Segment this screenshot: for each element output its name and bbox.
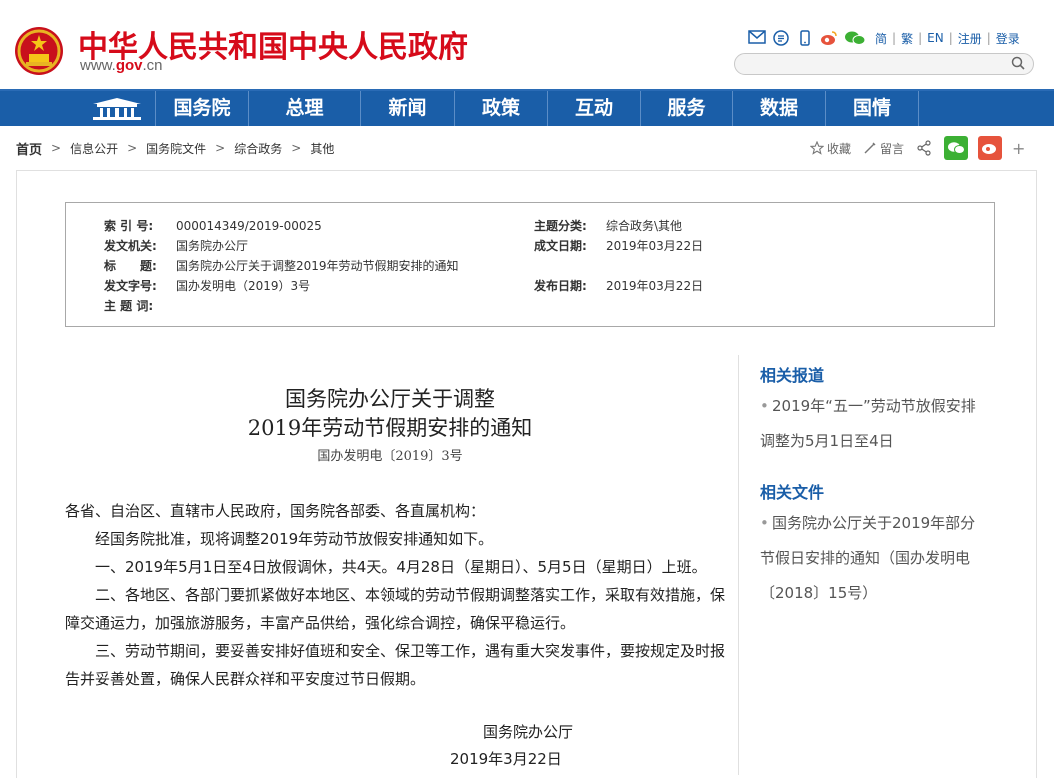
comment-button[interactable]: 留言 (863, 140, 904, 157)
meta-row-docno: 发文字号: 国办发明电（2019）3号 (104, 277, 310, 297)
chevron-right-icon: > (51, 141, 62, 155)
article-signer: 国务院办公厅 (483, 723, 574, 741)
url-suffix: .cn (142, 57, 163, 74)
meta-label: 索 引 号: (104, 219, 154, 233)
rss-icon[interactable] (772, 30, 790, 46)
meta-row-issuer: 发文机关: 国务院办公厅 (104, 237, 248, 257)
nav-item-national-info[interactable]: 国情 (826, 91, 919, 126)
link-simplified[interactable]: 简 (870, 30, 892, 47)
search-input[interactable] (745, 54, 1005, 75)
bullet-icon: • (760, 514, 769, 532)
share-bar: 收藏 留言 + (810, 135, 1037, 161)
article-title-line2: 2019年劳动节假期安排的通知 (247, 416, 533, 440)
link-english[interactable]: EN (922, 31, 949, 45)
meta-row-published-date: 发布日期: 2019年03月22日 (534, 277, 703, 294)
related-files-heading: 相关文件 (760, 483, 825, 502)
related-reports-heading: 相关报道 (760, 366, 825, 385)
article-paragraph: 三、劳动节期间，要妥善安排好值班和安全、保卫等工作，遇有重大突发事件，要按规定及… (65, 642, 726, 688)
meta-label: 成文日期: (534, 239, 587, 253)
collect-button[interactable]: 收藏 (810, 140, 851, 157)
breadcrumb-general-affairs[interactable]: 综合政务 (234, 140, 282, 157)
pencil-icon (864, 142, 876, 154)
meta-value: 国务院办公厅关于调整2019年劳动节假期安排的通知 (176, 259, 459, 273)
meta-label: 标 题: (104, 259, 157, 273)
breadcrumb-other[interactable]: 其他 (310, 140, 334, 157)
nav-home-building-icon[interactable] (78, 91, 156, 126)
meta-value: 000014349/2019-00025 (176, 219, 322, 233)
article-salutation: 各省、自治区、直辖市人民政府，国务院各部委、各直属机构： (65, 502, 486, 520)
nav-item-state-council[interactable]: 国务院 (156, 91, 249, 126)
article-paragraph: 经国务院批准，现将调整2019年劳动节放假安排通知如下。 (95, 530, 494, 548)
article-paragraph: 二、各地区、各部门要抓紧做好本地区、本领域的劳动节假期调整落实工作，采取有效措施… (65, 586, 726, 632)
national-emblem-icon[interactable] (14, 26, 64, 76)
meta-label: 发文机关: (104, 239, 157, 253)
meta-value: 2019年03月22日 (606, 279, 704, 293)
breadcrumb: 首页 > 信息公开 > 国务院文件 > 综合政务 > 其他 (16, 139, 334, 158)
nav-item-policy[interactable]: 政策 (455, 91, 548, 126)
meta-label: 主 题 词: (104, 299, 154, 313)
article-sign-date: 2019年3月22日 (450, 750, 562, 768)
comment-label: 留言 (880, 141, 905, 156)
nav-item-interaction[interactable]: 互动 (548, 91, 641, 126)
chevron-right-icon: > (215, 141, 226, 155)
nav-item-news[interactable]: 新闻 (361, 91, 455, 126)
meta-label: 主题分类: (534, 219, 587, 233)
related-report-link[interactable]: • 2019年“五一”劳动节放假安排调整为5月1日至4日 (760, 389, 990, 459)
meta-label: 发布日期: (534, 279, 587, 293)
article-doc-number: 国办发明电〔2019〕3号 (317, 449, 463, 464)
meta-row-index: 索 引 号: 000014349/2019-00025 (104, 217, 322, 237)
weibo-icon[interactable] (820, 30, 838, 46)
nav-item-services[interactable]: 服务 (641, 91, 733, 126)
article-paragraph: 一、2019年5月1日至4日放假调休，共4天。4月28日（星期日）、5月5日（星… (95, 558, 707, 576)
mail-icon[interactable] (748, 30, 766, 46)
sidebar-divider (738, 355, 739, 775)
nav-item-premier[interactable]: 总理 (249, 91, 361, 126)
meta-row-written-date: 成文日期: 2019年03月22日 (534, 237, 703, 254)
meta-value: 2019年03月22日 (606, 239, 704, 253)
link-login[interactable]: 登录 (991, 30, 1025, 47)
share-icon[interactable] (916, 140, 932, 156)
meta-value: 国办发明电（2019）3号 (176, 279, 311, 293)
url-prefix: www. (80, 57, 116, 74)
chevron-right-icon: > (291, 141, 302, 155)
meta-value: 综合政务\其他 (606, 219, 683, 233)
breadcrumb-home[interactable]: 首页 (16, 139, 42, 158)
link-traditional[interactable]: 繁 (896, 30, 918, 47)
collect-label: 收藏 (827, 141, 852, 156)
url-gov: gov (115, 57, 143, 74)
document-metadata-table: 索 引 号: 000014349/2019-00025 发文机关: 国务院办公厅 标… (65, 202, 995, 327)
meta-value: 国务院办公厅 (176, 239, 249, 253)
bullet-icon: • (760, 397, 769, 415)
search-box (734, 53, 1034, 75)
breadcrumb-info-disclosure[interactable]: 信息公开 (70, 140, 118, 157)
link-register[interactable]: 注册 (953, 30, 987, 47)
wechat-icon[interactable] (844, 30, 866, 46)
meta-row-title: 标 题: 国务院办公厅关于调整2019年劳动节假期安排的通知 (104, 257, 459, 277)
related-file-link[interactable]: • 国务院办公厅关于2019年部分节假日安排的通知（国办发明电〔2018〕15号） (760, 506, 990, 611)
header-toolbar: 简 | 繁 | EN | 注册 | 登录 (748, 28, 1025, 48)
meta-row-category: 主题分类: 综合政务\其他 (534, 217, 682, 234)
more-share-button[interactable]: + (1012, 139, 1025, 158)
nav-item-data[interactable]: 数据 (733, 91, 826, 126)
site-header: 中华人民共和国中央人民政府 www.gov.cn 简 | 繁 | EN | 注册 | 登… (0, 0, 1054, 89)
chevron-right-icon: > (127, 141, 138, 155)
article-title-line1: 国务院办公厅关于调整 (285, 387, 495, 411)
meta-row-keywords: 主 题 词: (104, 297, 176, 317)
mobile-icon[interactable] (796, 30, 814, 46)
site-url[interactable]: www.gov.cn (80, 57, 163, 74)
search-icon[interactable] (1011, 56, 1025, 70)
wechat-share-icon[interactable] (944, 136, 969, 160)
main-nav: 国务院 总理 新闻 政策 互动 服务 数据 国情 (0, 89, 1054, 126)
star-icon (810, 141, 824, 155)
meta-label: 发文字号: (104, 279, 157, 293)
article-body: 各省、自治区、直辖市人民政府，国务院各部委、各直属机构： 经国务院批准，现将调整… (65, 497, 725, 693)
breadcrumb-state-council-docs[interactable]: 国务院文件 (146, 140, 206, 157)
weibo-share-icon[interactable] (978, 136, 1003, 160)
